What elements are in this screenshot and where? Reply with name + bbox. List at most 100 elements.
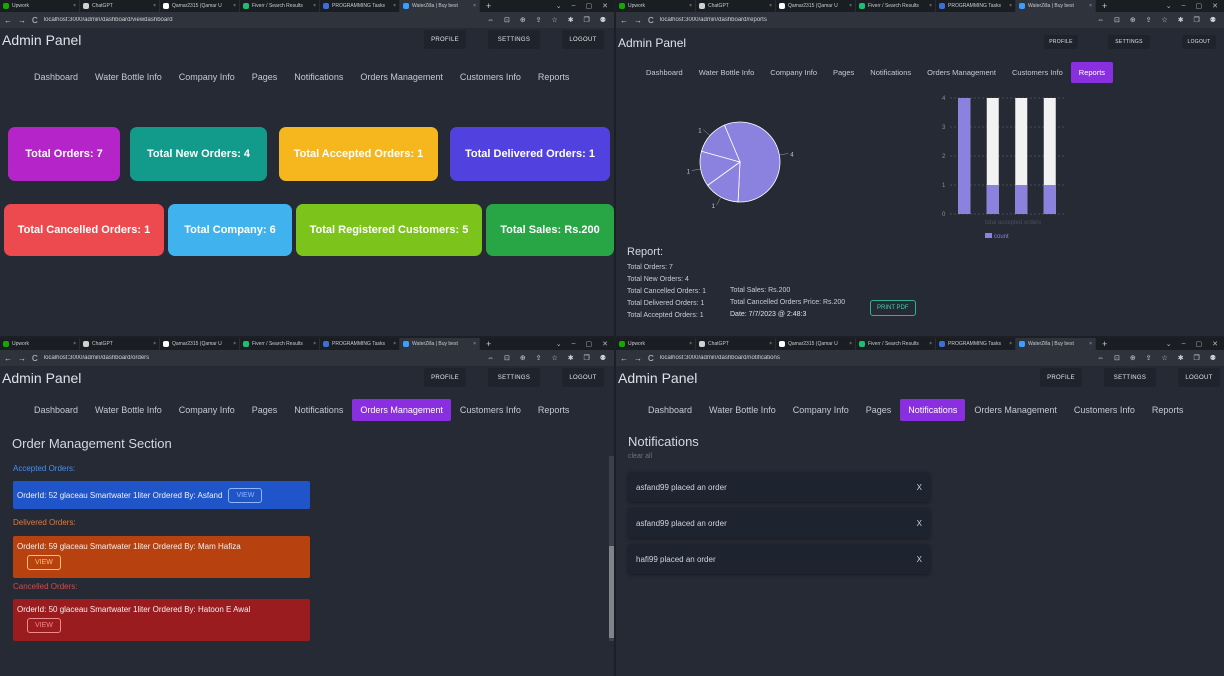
url-text[interactable]: localhost:3000/admin/dashboard/orders: [44, 355, 481, 361]
tab-close-icon[interactable]: ×: [689, 3, 692, 9]
browser-tab[interactable]: ChatGPT ×: [80, 0, 160, 12]
nav-item-pages[interactable]: Pages: [244, 399, 286, 421]
maximize-icon[interactable]: ▢: [586, 2, 593, 10]
nav-item-customers-info[interactable]: Customers Info: [1066, 399, 1143, 421]
reload-icon[interactable]: C: [32, 354, 38, 363]
view-order-button[interactable]: VIEW: [27, 555, 61, 570]
browser-tools-icon[interactable]: ⇔ ⊡ ⊕ ⇪ ☆ ✱ ❐ ⚉: [1097, 354, 1220, 362]
chevron-down-icon[interactable]: ⌄: [1166, 2, 1172, 10]
nav-item-customers-info[interactable]: Customers Info: [452, 66, 529, 88]
tab-close-icon[interactable]: ×: [929, 341, 932, 347]
close-window-icon[interactable]: ✕: [602, 2, 608, 10]
logout-button[interactable]: LOGOUT: [562, 368, 604, 387]
browser-tab[interactable]: Qamar2315 (Qamar U ×: [160, 0, 240, 12]
minimize-icon[interactable]: –: [1182, 340, 1186, 348]
nav-item-dashboard[interactable]: Dashboard: [638, 62, 691, 83]
nav-item-orders-management[interactable]: Orders Management: [919, 62, 1004, 83]
tab-close-icon[interactable]: ×: [849, 3, 852, 9]
minimize-icon[interactable]: –: [572, 340, 576, 348]
address-bar[interactable]: ← → C localhost:3000/admin/dashboard/rep…: [616, 12, 1224, 28]
nav-item-pages[interactable]: Pages: [858, 399, 900, 421]
chevron-down-icon[interactable]: ⌄: [556, 340, 562, 348]
close-window-icon[interactable]: ✕: [1212, 2, 1218, 10]
nav-item-notifications[interactable]: Notifications: [900, 399, 966, 421]
tab-close-icon[interactable]: ×: [1089, 341, 1092, 347]
nav-item-water-bottle-info[interactable]: Water Bottle Info: [701, 399, 784, 421]
forward-icon[interactable]: →: [18, 16, 26, 25]
dismiss-notification-button[interactable]: X: [917, 519, 922, 528]
settings-button[interactable]: SETTINGS: [1104, 368, 1156, 387]
nav-item-company-info[interactable]: Company Info: [171, 399, 243, 421]
browser-tab[interactable]: Upwork ×: [0, 338, 80, 350]
url-text[interactable]: localhost:3000/admin/dashboard/reports: [660, 17, 1091, 23]
browser-tools-icon[interactable]: ⇔ ⊡ ⊕ ⇪ ☆ ✱ ❐ ⚉: [487, 354, 610, 362]
browser-tab[interactable]: Qamar2315 (Qamar U ×: [776, 0, 856, 12]
close-window-icon[interactable]: ✕: [1212, 340, 1218, 348]
browser-tab[interactable]: Fiverr / Search Results ×: [856, 338, 936, 350]
tab-close-icon[interactable]: ×: [849, 341, 852, 347]
browser-tab[interactable]: ChatGPT ×: [80, 338, 160, 350]
browser-tab[interactable]: ChatGPT ×: [696, 338, 776, 350]
tab-close-icon[interactable]: ×: [929, 3, 932, 9]
tab-close-icon[interactable]: ×: [153, 3, 156, 9]
browser-tab[interactable]: PROGRAMMING Tasks ×: [320, 338, 400, 350]
new-tab-button[interactable]: +: [1096, 1, 1113, 11]
browser-tab[interactable]: ChatGPT ×: [696, 0, 776, 12]
settings-button[interactable]: SETTINGS: [488, 368, 540, 387]
nav-item-dashboard[interactable]: Dashboard: [640, 399, 700, 421]
close-window-icon[interactable]: ✕: [602, 340, 608, 348]
logout-button[interactable]: LOGOUT: [1178, 368, 1220, 387]
tab-close-icon[interactable]: ×: [313, 341, 316, 347]
browser-tab[interactable]: Fiverr / Search Results ×: [240, 338, 320, 350]
tab-close-icon[interactable]: ×: [473, 341, 476, 347]
settings-button[interactable]: SETTINGS: [488, 30, 540, 49]
nav-item-orders-management[interactable]: Orders Management: [966, 399, 1065, 421]
profile-button[interactable]: PROFILE: [424, 368, 466, 387]
nav-item-company-info[interactable]: Company Info: [171, 66, 243, 88]
nav-item-orders-management[interactable]: Orders Management: [352, 399, 451, 421]
profile-button[interactable]: PROFILE: [424, 30, 466, 49]
nav-item-pages[interactable]: Pages: [825, 62, 862, 83]
browser-tab[interactable]: Fiverr / Search Results ×: [240, 0, 320, 12]
new-tab-button[interactable]: +: [480, 1, 497, 11]
reload-icon[interactable]: C: [32, 16, 38, 25]
reload-icon[interactable]: C: [648, 16, 654, 25]
back-icon[interactable]: ←: [4, 16, 12, 25]
back-icon[interactable]: ←: [620, 354, 628, 363]
nav-item-water-bottle-info[interactable]: Water Bottle Info: [691, 62, 763, 83]
nav-item-water-bottle-info[interactable]: Water Bottle Info: [87, 399, 170, 421]
tab-close-icon[interactable]: ×: [313, 3, 316, 9]
dismiss-notification-button[interactable]: X: [917, 483, 922, 492]
back-icon[interactable]: ←: [620, 16, 628, 25]
address-bar[interactable]: ← → C localhost:3000/admin/dashboard/vie…: [0, 12, 614, 28]
address-bar[interactable]: ← → C localhost:3000/admin/dashboard/not…: [616, 350, 1224, 366]
nav-item-reports[interactable]: Reports: [1070, 62, 1114, 83]
tab-close-icon[interactable]: ×: [1009, 341, 1012, 347]
scrollbar-thumb[interactable]: [609, 546, 614, 638]
browser-tab[interactable]: Qamar2315 (Qamar U ×: [160, 338, 240, 350]
settings-button[interactable]: SETTINGS: [1108, 35, 1150, 49]
nav-item-reports[interactable]: Reports: [1144, 399, 1192, 421]
view-order-button[interactable]: VIEW: [27, 618, 61, 633]
tab-close-icon[interactable]: ×: [473, 3, 476, 9]
browser-tab[interactable]: WaterZilla | Buy best ×: [400, 0, 480, 12]
nav-item-notifications[interactable]: Notifications: [286, 399, 351, 421]
browser-tab[interactable]: WaterZilla | Buy best ×: [400, 338, 480, 350]
tab-close-icon[interactable]: ×: [393, 3, 396, 9]
minimize-icon[interactable]: –: [572, 2, 576, 10]
new-tab-button[interactable]: +: [480, 339, 497, 349]
tab-close-icon[interactable]: ×: [233, 341, 236, 347]
forward-icon[interactable]: →: [634, 354, 642, 363]
tab-close-icon[interactable]: ×: [769, 341, 772, 347]
tab-close-icon[interactable]: ×: [73, 3, 76, 9]
nav-item-water-bottle-info[interactable]: Water Bottle Info: [87, 66, 170, 88]
forward-icon[interactable]: →: [634, 16, 642, 25]
nav-item-dashboard[interactable]: Dashboard: [26, 66, 86, 88]
nav-item-customers-info[interactable]: Customers Info: [1004, 62, 1071, 83]
forward-icon[interactable]: →: [18, 354, 26, 363]
logout-button[interactable]: LOGOUT: [1182, 35, 1216, 49]
nav-item-company-info[interactable]: Company Info: [762, 62, 825, 83]
url-text[interactable]: localhost:3000/admin/dashboard/notificat…: [660, 355, 1091, 361]
tab-close-icon[interactable]: ×: [689, 341, 692, 347]
nav-item-reports[interactable]: Reports: [530, 399, 578, 421]
